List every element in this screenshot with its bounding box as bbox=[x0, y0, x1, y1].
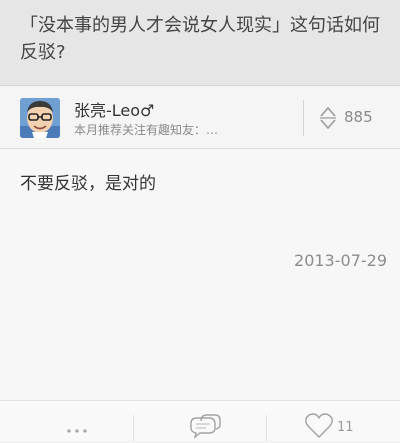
bar-divider bbox=[133, 415, 134, 441]
answer-content: 不要反驳，是对的 2013-07-29 bbox=[0, 149, 400, 400]
thanks-count: 11 bbox=[337, 420, 354, 435]
bottom-action-bar: 11 bbox=[0, 400, 400, 441]
author-avatar[interactable] bbox=[20, 98, 60, 138]
vote-up-down-icon[interactable] bbox=[318, 105, 338, 131]
answer-date: 2013-07-29 bbox=[294, 251, 387, 270]
question-header[interactable]: 「没本事的男人才会说女人现实」这句话如何反驳? bbox=[0, 0, 400, 86]
more-button[interactable] bbox=[50, 409, 106, 437]
comment-bubble-icon bbox=[190, 414, 221, 439]
vote-count: 885 bbox=[344, 108, 373, 126]
comment-button[interactable] bbox=[178, 409, 234, 439]
vote-divider bbox=[303, 100, 304, 136]
heart-icon bbox=[305, 413, 333, 438]
answer-text: 不要反驳，是对的 bbox=[20, 174, 156, 194]
author-bio: 本月推荐关注有趣知友：… bbox=[74, 123, 219, 137]
author-name[interactable]: 张亮-Leo♂ bbox=[74, 97, 154, 121]
cartoon-avatar-icon bbox=[20, 98, 60, 138]
bar-divider bbox=[266, 415, 267, 441]
more-dots-icon bbox=[67, 429, 87, 433]
author-bar[interactable]: 张亮-Leo♂ 本月推荐关注有趣知友：… 885 bbox=[0, 86, 400, 149]
thanks-button[interactable]: 11 bbox=[302, 409, 372, 439]
question-title[interactable]: 「没本事的男人才会说女人现实」这句话如何反驳? bbox=[20, 12, 388, 66]
